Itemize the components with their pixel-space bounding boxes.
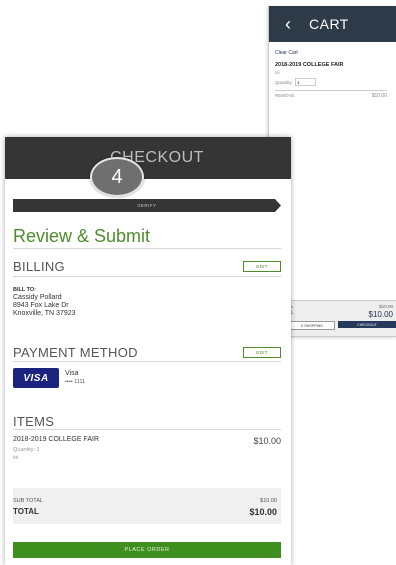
bill-address-line2: Knoxville, TN 37923 [13, 310, 76, 317]
cart-total-label: L [291, 310, 294, 316]
billing-divider [13, 276, 281, 277]
cart-total-value: $10.00 [368, 310, 393, 319]
cart-quantity-row: Quantity: 1 [275, 78, 391, 86]
total-row: TOTAL $10.00 [13, 507, 277, 517]
list-item: 2018-2019 COLLEGE FAIR $10.00 [13, 436, 281, 446]
bill-to-label: BILL TO: [13, 287, 37, 293]
page-heading: Review & Submit [13, 226, 151, 246]
checkout-header: CHECKOUT [5, 137, 291, 179]
heading-divider [13, 248, 281, 249]
payment-divider [13, 361, 281, 362]
visa-card-icon: VISA [13, 368, 59, 388]
card-info: Visa •••• 1111 [65, 370, 85, 386]
visa-logo-text: VISA [23, 372, 49, 384]
cart-body: Clear Cart 2018-2019 COLLEGE FAIR ioi Qu… [269, 42, 396, 99]
billing-address: BILL TO: Cassidy Pollard 8943 Fox Lake D… [13, 286, 76, 318]
cart-quantity-label: Quantity: [275, 79, 294, 85]
screenshot-stage: ‹ CART Clear Cart 2018-2019 COLLEGE FAIR… [0, 0, 396, 565]
cart-item-sub: ioi [275, 70, 280, 75]
subtotal-label: SUB TOTAL [13, 498, 43, 504]
subtotal-row: SUB TOTAL $10.00 [13, 498, 277, 504]
card-type: Visa [65, 370, 79, 377]
item-sub: ioi [13, 455, 19, 461]
bill-address-line1: 8943 Fox Lake Dr [13, 302, 69, 309]
cart-remove-link[interactable]: REMOVE [275, 93, 295, 99]
progress-step-label: VERIFY [137, 203, 157, 208]
total-value: $10.00 [249, 507, 277, 517]
cart-header: ‹ CART [269, 6, 396, 42]
progress-bar: VERIFY [13, 199, 281, 212]
item-price: $10.00 [253, 436, 281, 446]
cart-item-price: $10.00 [371, 93, 387, 99]
place-order-button[interactable]: PLACE ORDER [13, 542, 281, 558]
cart-subtotal-label: L [291, 304, 294, 309]
cart-title: CART [309, 16, 349, 32]
billing-title: BILLING [13, 259, 65, 274]
step-number-badge: 4 [90, 157, 144, 197]
continue-shopping-button[interactable]: E SHOPPING [289, 321, 335, 330]
clear-cart-link[interactable]: Clear Cart [275, 50, 391, 56]
billing-edit-button[interactable]: EDIT [243, 261, 281, 272]
item-name: 2018-2019 COLLEGE FAIR [13, 436, 99, 443]
payment-edit-button[interactable]: EDIT [243, 347, 281, 358]
item-quantity: Quantity: 1 [13, 447, 40, 453]
chevron-left-icon[interactable]: ‹ [277, 6, 299, 42]
totals-area: SUB TOTAL $10.00 TOTAL $10.00 [13, 488, 281, 524]
cart-subtotal-value: $10.00 [379, 304, 393, 309]
items-title: ITEMS [13, 414, 55, 429]
checkout-screen: CHECKOUT 4 VERIFY Review & Submit BILLIN… [5, 137, 291, 565]
cart-quantity-input[interactable]: 1 [295, 78, 317, 86]
cart-checkout-button[interactable]: CHECKOUT [338, 321, 396, 328]
subtotal-value: $10.00 [260, 498, 277, 504]
payment-title: PAYMENT METHOD [13, 345, 138, 360]
bill-name: Cassidy Pollard [13, 294, 62, 301]
items-divider [13, 429, 281, 430]
card-number-mask: •••• 1111 [65, 379, 86, 385]
cart-item-title: 2018-2019 COLLEGE FAIR [275, 62, 344, 68]
cart-remove-row: REMOVE $10.00 [275, 90, 387, 99]
total-label: TOTAL [13, 507, 39, 516]
